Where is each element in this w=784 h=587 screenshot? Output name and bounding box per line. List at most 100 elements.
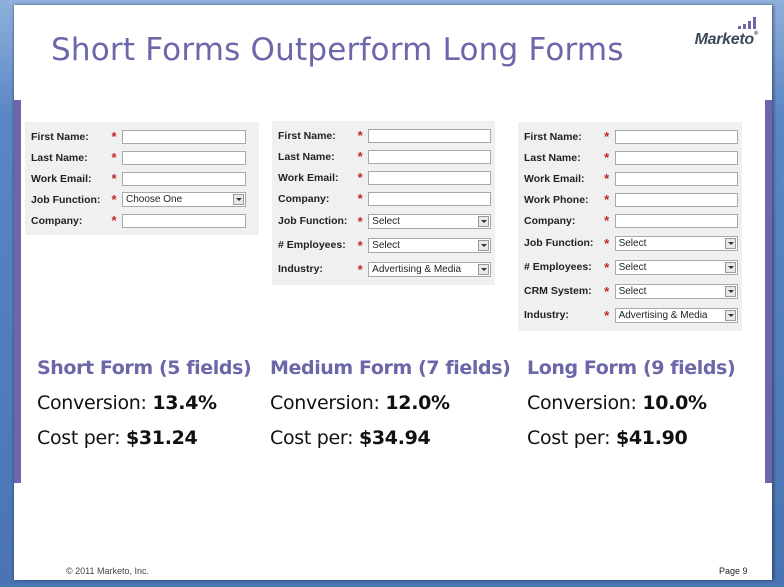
field-label: Company: — [524, 214, 576, 227]
required-asterisk-icon: * — [604, 235, 610, 251]
chevron-down-icon[interactable] — [724, 285, 736, 297]
select-value: Select — [372, 215, 400, 227]
stats-heading: Long Form (9 fields) — [527, 357, 736, 379]
field-label: CRM System: — [524, 285, 592, 297]
conversion-value: 10.0% — [642, 392, 707, 414]
form-row: # Employees: * Select — [524, 255, 738, 279]
field-label: First Name: — [31, 130, 89, 143]
form-row: Job Function: * Choose One — [31, 189, 255, 210]
field-label: Work Email: — [31, 172, 92, 185]
required-asterisk-icon: * — [357, 237, 363, 253]
stats-medium: Medium Form (7 fields) Conversion: 12.0%… — [270, 357, 511, 449]
required-asterisk-icon: * — [604, 283, 610, 299]
required-asterisk-icon: * — [111, 129, 117, 144]
text-input[interactable] — [122, 213, 246, 228]
select-dropdown[interactable]: Select — [614, 259, 738, 275]
select-value: Advertising & Media — [618, 309, 708, 321]
copyright: © 2011 Marketo, Inc. — [66, 566, 150, 576]
required-asterisk-icon: * — [604, 213, 610, 228]
select-dropdown[interactable]: Select — [614, 235, 738, 251]
select-value: Select — [372, 239, 400, 251]
text-input[interactable] — [122, 171, 246, 186]
logo-text: Marketo — [694, 31, 755, 48]
text-input[interactable] — [368, 149, 491, 164]
chevron-down-icon[interactable] — [478, 239, 490, 251]
text-input[interactable] — [614, 129, 738, 144]
form-row: Industry: * Advertising & Media — [278, 257, 492, 281]
select-dropdown[interactable]: Select — [368, 237, 492, 253]
text-input[interactable] — [122, 150, 246, 165]
form-row: Last Name: * — [278, 146, 491, 167]
chevron-down-icon[interactable] — [724, 309, 736, 321]
required-asterisk-icon: * — [357, 213, 363, 229]
required-asterisk-icon: * — [604, 259, 610, 275]
required-asterisk-icon: * — [111, 150, 117, 165]
text-input[interactable] — [122, 129, 246, 144]
required-asterisk-icon: * — [357, 170, 363, 185]
text-input[interactable] — [614, 213, 738, 228]
required-asterisk-icon: * — [357, 149, 363, 164]
form-row: # Employees: * Select — [278, 233, 492, 257]
cost-line: Cost per: $34.94 — [270, 427, 431, 449]
select-dropdown[interactable]: Choose One — [122, 192, 246, 207]
form-row: First Name: * — [31, 126, 255, 147]
form-row: First Name: * — [278, 125, 491, 146]
form-row: Work Email: * — [524, 168, 738, 189]
text-input[interactable] — [368, 170, 491, 185]
form-row: Company: * — [524, 210, 738, 231]
text-input[interactable] — [368, 191, 491, 206]
select-value: Select — [618, 237, 647, 249]
required-asterisk-icon: * — [357, 261, 363, 277]
select-dropdown[interactable]: Advertising & Media — [614, 307, 738, 323]
select-dropdown[interactable]: Advertising & Media — [368, 261, 492, 277]
field-label: Company: — [31, 214, 83, 227]
cost-value: $31.24 — [125, 427, 198, 449]
slide: Short Forms Outperform Long Forms Market… — [14, 5, 772, 580]
form-row: CRM System: * Select — [524, 279, 738, 303]
select-dropdown[interactable]: Select — [368, 213, 492, 229]
long-form: First Name: * Last Name: * Work Email: * Work … — [518, 122, 742, 331]
text-input[interactable] — [614, 192, 738, 207]
conversion-line: Conversion: 10.0% — [527, 392, 707, 414]
conversion-value: 13.4% — [152, 392, 217, 414]
slide-title: Short Forms Outperform Long Forms — [51, 32, 624, 68]
chevron-down-icon[interactable] — [724, 261, 736, 273]
required-asterisk-icon: * — [111, 192, 117, 207]
cost-line: Cost per: $41.90 — [527, 427, 688, 449]
field-label: Job Function: — [524, 237, 594, 249]
field-label: Industry: — [524, 309, 569, 321]
select-dropdown[interactable]: Select — [614, 283, 738, 299]
chevron-down-icon[interactable] — [724, 237, 736, 249]
required-asterisk-icon: * — [604, 129, 610, 144]
text-input[interactable] — [614, 150, 738, 165]
field-label: # Employees: — [524, 261, 592, 273]
field-label: First Name: — [278, 129, 336, 142]
form-row: Last Name: * — [31, 147, 255, 168]
stats-heading: Short Form (5 fields) — [37, 357, 252, 379]
field-label: Job Function: — [31, 193, 101, 206]
chevron-down-icon[interactable] — [478, 263, 490, 275]
page-number: Page 9 — [719, 566, 748, 576]
field-label: Last Name: — [31, 151, 88, 164]
required-asterisk-icon: * — [111, 171, 117, 186]
select-value: Select — [618, 261, 647, 273]
required-asterisk-icon: * — [604, 171, 610, 186]
field-label: Industry: — [278, 263, 323, 275]
chevron-down-icon[interactable] — [478, 215, 490, 227]
select-value: Advertising & Media — [372, 263, 462, 275]
cost-line: Cost per: $31.24 — [37, 427, 198, 449]
required-asterisk-icon: * — [357, 128, 363, 143]
text-input[interactable] — [614, 171, 738, 186]
chevron-down-icon[interactable] — [233, 194, 244, 205]
form-row: Job Function: * Select — [524, 231, 738, 255]
stats-heading: Medium Form (7 fields) — [270, 357, 511, 379]
field-label: Work Email: — [278, 171, 339, 184]
form-row: Work Phone: * — [524, 189, 738, 210]
conversion-value: 12.0% — [385, 392, 450, 414]
logo-bars-icon — [738, 17, 756, 29]
form-row: Company: * — [31, 210, 255, 231]
form-row: Last Name: * — [524, 147, 738, 168]
marketo-logo: Marketo® — [682, 15, 762, 51]
form-row: Work Email: * — [278, 167, 491, 188]
text-input[interactable] — [368, 128, 491, 143]
